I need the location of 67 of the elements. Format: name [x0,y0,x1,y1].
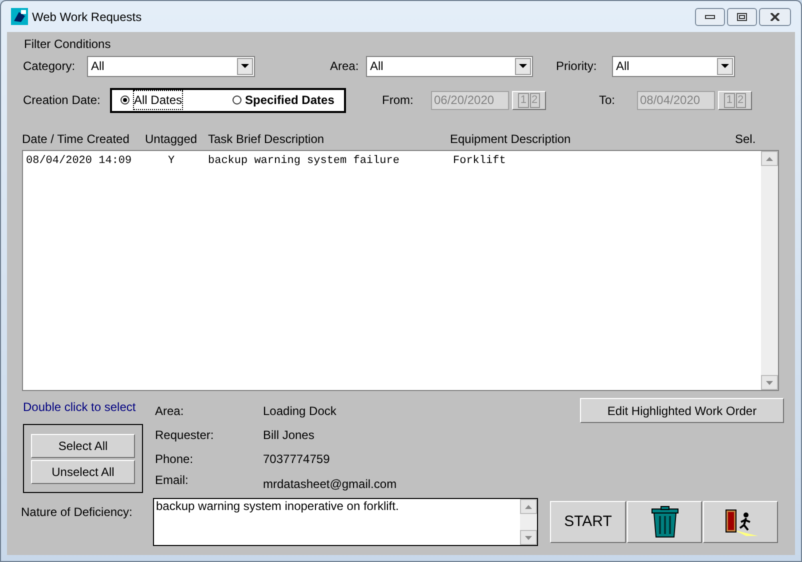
caret-icon [519,64,527,68]
dropdown-arrow-button[interactable] [515,58,531,74]
radio-option[interactable]: Specified Dates [232,91,334,109]
table-cell-text: Forklift [453,154,506,169]
scrollbar[interactable] [761,151,778,390]
column-header[interactable]: Task Brief Description [208,130,324,148]
scroll-down-button[interactable] [761,375,778,390]
table-cell-text: backup warning system failure [208,154,400,169]
detail-label: Area: [155,402,185,420]
dropdown-arrow-button[interactable] [717,58,733,74]
app-icon [11,8,28,25]
detail-value: Loading Dock [263,402,336,420]
field-label: From: [382,92,414,109]
text-area-value: backup warning system inoperative on forklift. [155,499,400,515]
maximize-button[interactable] [727,8,757,26]
radio-button-icon [232,95,242,105]
detail-label: Phone: [155,450,194,468]
field-label: Priority: [556,58,598,75]
detail-label: Email: [155,472,190,489]
text-area[interactable]: backup warning system inoperative on forklift. [153,498,538,546]
dropdown-arrow-button[interactable] [237,58,253,74]
detail-value: 7037774759 [263,450,330,468]
select-button[interactable]: Unselect All [31,460,135,484]
dropdown[interactable]: All [366,56,533,76]
caret-icon [241,64,249,68]
minimize-button[interactable] [695,8,725,26]
down-arrow-icon [525,536,532,540]
up-arrow-icon [766,156,773,160]
field-label: Creation Date: [23,92,102,109]
section-heading: Filter Conditions [24,37,111,51]
edit-button[interactable]: Edit Highlighted Work Order [580,398,784,423]
field-label: Nature of Deficiency: [21,504,134,521]
close-button[interactable] [759,8,791,26]
scroll-up-button[interactable] [761,151,778,166]
minimize-icon [705,14,715,18]
detail-value: Bill Jones [263,426,314,444]
close-icon [770,12,780,20]
table-cell-text: Y [168,154,175,169]
dropdown[interactable]: All [87,56,255,76]
down-arrow-icon [766,380,773,384]
column-header[interactable]: Equipment Description [450,130,571,148]
detail-label: Requester: [155,426,215,444]
field-label: To: [599,92,616,109]
field-label: Area: [330,58,360,75]
hint-text: Double click to select [23,399,137,416]
detail-value: mrdatasheet@gmail.com [263,476,397,493]
radio-button-icon [120,95,130,105]
restore-icon [737,12,747,20]
exit-door-icon [724,508,758,536]
up-arrow-icon [525,504,532,508]
dropdown[interactable]: All [612,56,735,76]
select-button[interactable]: Select All [31,434,135,458]
delete-button[interactable] [627,501,702,543]
trash-icon [650,506,678,538]
radio-option[interactable]: All Dates [120,90,232,110]
scroll-up-button[interactable] [520,499,537,514]
window-title: Web Work Requests [32,8,142,26]
column-header[interactable]: Untagged [145,130,198,148]
start-button[interactable]: START [550,501,626,543]
field-label: Category: [23,58,76,75]
column-header[interactable]: Sel. [735,130,756,148]
scroll-down-button[interactable] [520,530,537,545]
exit-button[interactable] [703,501,778,543]
table-cell-text: 08/04/2020 14:09 [26,154,132,169]
caret-icon [721,64,729,68]
column-header[interactable]: Date / Time Created [22,130,130,148]
list-box[interactable]: 08/04/2020 14:09 Y backup warning system failure Forklift [22,150,779,391]
